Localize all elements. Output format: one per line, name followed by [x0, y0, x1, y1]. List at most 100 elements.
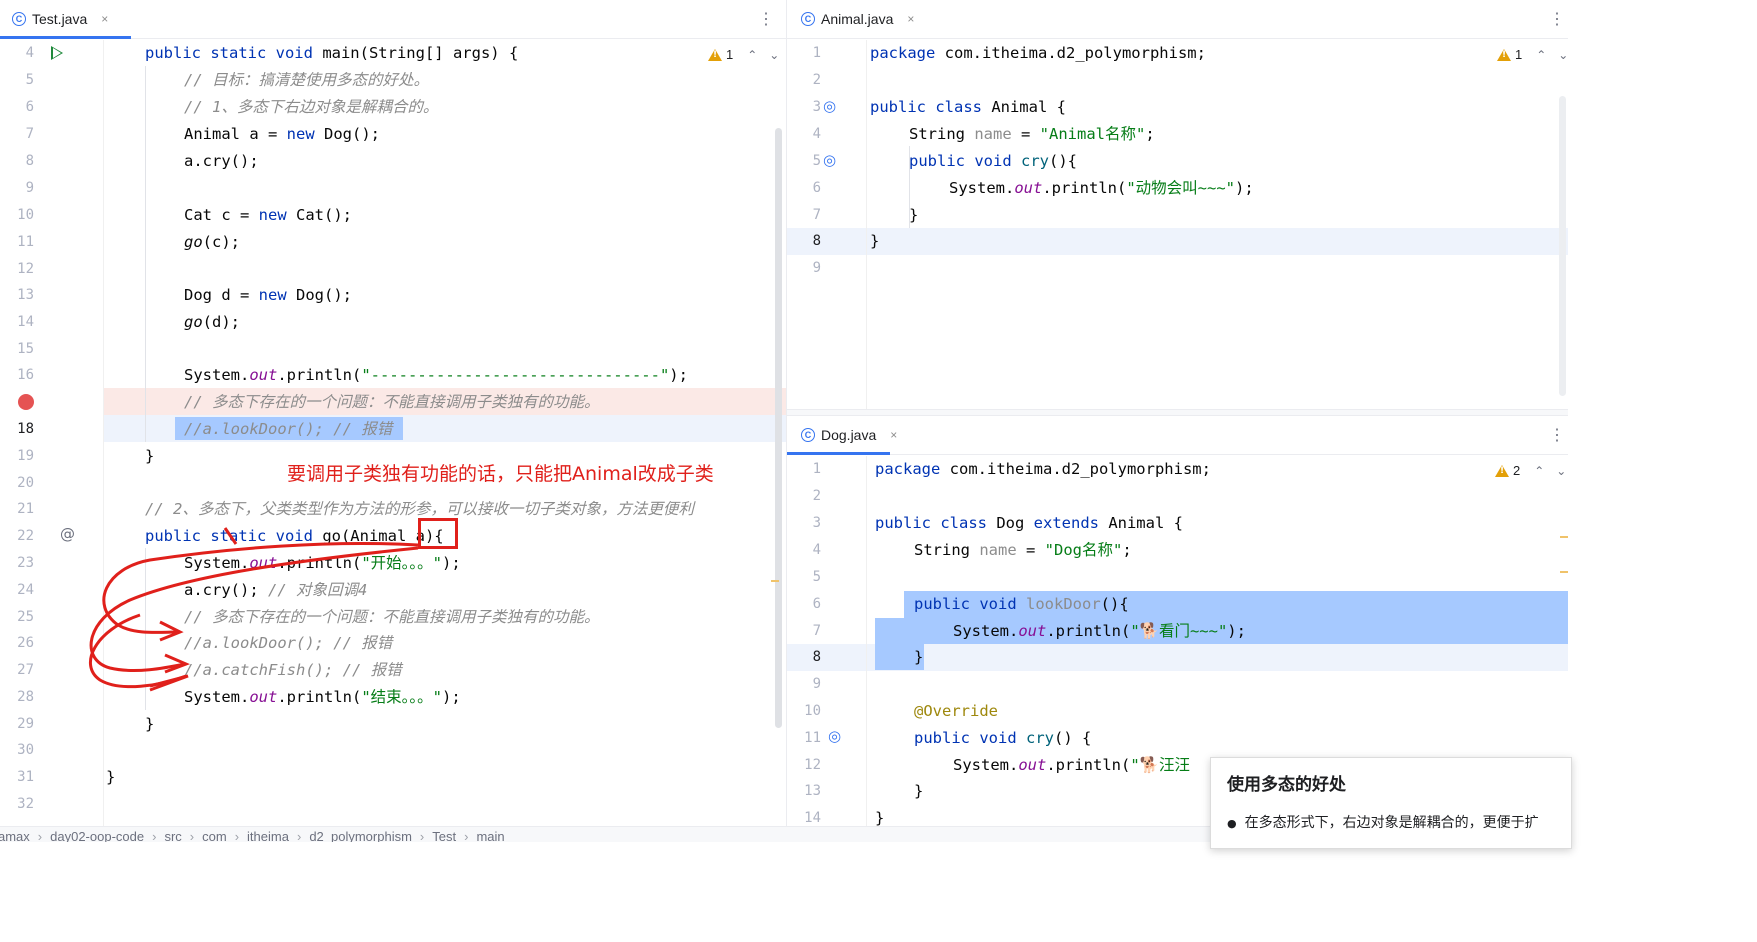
- overlay-title: 使用多态的好处: [1227, 775, 1346, 795]
- line-number: 8: [812, 649, 821, 665]
- tab-dog-java[interactable]: C Dog.java ×: [801, 416, 897, 454]
- code-line: 23 System.out.println("开始。。。");: [0, 550, 786, 577]
- line-number: 23: [17, 555, 34, 571]
- line-number: 5: [812, 569, 821, 585]
- line-number: 11: [804, 730, 821, 746]
- line-number: 20: [17, 475, 34, 491]
- overlay-bullet: 在多态形式下，右边对象是解耦合的，更便于扩: [1227, 812, 1539, 832]
- code-line: 21// 2、多态下，父类类型作为方法的形参，可以接收一切子类对象，方法更便利: [0, 496, 786, 523]
- more-options-icon[interactable]: ⋮: [758, 9, 774, 29]
- breadcrumb-item[interactable]: day02-oop-code: [50, 829, 144, 842]
- line-number: 4: [25, 45, 34, 61]
- breadcrumb-item[interactable]: src: [164, 829, 181, 842]
- line-number: 9: [812, 260, 821, 276]
- line-number: 12: [804, 757, 821, 773]
- line-number: 25: [17, 609, 34, 625]
- code-line: 7 Animal a = new Dog();: [0, 121, 786, 148]
- code-line: 6// 1、多态下右边对象是解耦合的。: [0, 94, 786, 121]
- line-number: 1: [812, 45, 821, 61]
- code-line: 10 Cat c = new Cat();: [0, 202, 786, 229]
- tab-bar: C Dog.java × ⋮: [787, 416, 1568, 455]
- breadcrumb-item[interactable]: amax: [0, 829, 30, 842]
- close-tab-icon[interactable]: ×: [890, 428, 897, 442]
- line-number: 13: [804, 783, 821, 799]
- line-number: 4: [812, 542, 821, 558]
- close-tab-icon[interactable]: ×: [101, 12, 108, 26]
- code-line: 4 public static void main(String[] args) …: [0, 40, 786, 67]
- close-tab-icon[interactable]: ×: [907, 12, 914, 26]
- line-number: 15: [17, 341, 34, 357]
- active-tab-indicator: [787, 452, 890, 455]
- line-number: 10: [804, 703, 821, 719]
- line-number: 29: [17, 716, 34, 732]
- class-icon: C: [801, 12, 815, 26]
- code-line: 15: [0, 336, 786, 363]
- class-icon: C: [12, 12, 26, 26]
- line-number: 8: [812, 233, 821, 249]
- handwritten-annotation: 要调用子类独有功能的话，只能把Animal改成子类: [287, 463, 714, 485]
- line-number: 30: [17, 742, 34, 758]
- line-number: 31: [17, 769, 34, 785]
- more-options-icon[interactable]: ⋮: [1549, 9, 1565, 29]
- line-number: 9: [812, 676, 821, 692]
- line-number: 10: [17, 207, 34, 223]
- code-line: 32: [0, 791, 786, 818]
- tab-label: Test.java: [32, 11, 88, 27]
- breadcrumb-item[interactable]: Test: [432, 829, 456, 842]
- line-number: 7: [812, 623, 821, 639]
- line-number: 1: [812, 461, 821, 477]
- code-line: 9: [0, 175, 786, 202]
- line-number: 16: [17, 367, 34, 383]
- line-number: 22: [17, 528, 34, 544]
- line-number: 32: [17, 796, 34, 812]
- split-divider-horizontal[interactable]: [787, 409, 1568, 416]
- line-number: 8: [25, 153, 34, 169]
- line-number: 3: [812, 515, 821, 531]
- line-number: 3: [812, 99, 821, 115]
- breadcrumb-item[interactable]: itheima: [247, 829, 289, 842]
- more-options-icon[interactable]: ⋮: [1549, 425, 1565, 445]
- line-number: 21: [17, 501, 34, 517]
- editor-pane-test: C Test.java × ⋮ @ 1 ⌃⌄ 4public static vo…: [0, 0, 786, 826]
- line-number: 9: [25, 180, 34, 196]
- line-number: 5: [812, 153, 821, 169]
- code-line: 29}: [0, 711, 786, 738]
- line-number: 4: [812, 126, 821, 142]
- code-line: 28 System.out.println("结束。。。");: [0, 684, 786, 711]
- tab-test-java[interactable]: C Test.java ×: [12, 0, 108, 38]
- code-line: // 多态下存在的一个问题：不能直接调用子类独有的功能。: [184, 393, 600, 411]
- line-number: 28: [17, 689, 34, 705]
- active-tab-indicator: [0, 36, 131, 39]
- code-line: 18//a.lookDoor(); // 报错: [0, 416, 786, 443]
- code-line: 25// 多态下存在的一个问题：不能直接调用子类独有的功能。: [0, 604, 786, 631]
- line-number: 14: [17, 314, 34, 330]
- breadcrumb: amax › day02-oop-code › src › com › itheima ›…: [0, 829, 505, 842]
- code-line: 24 a.cry(); // 对象回调4: [0, 577, 786, 604]
- code-line: 13 Dog d = new Dog();: [0, 282, 786, 309]
- tab-bar: C Test.java × ⋮: [0, 0, 786, 39]
- editor-pane-animal: C Animal.java × ⋮ 1 ⌃⌄ ◎ ◎ 1package com.…: [787, 0, 1568, 409]
- line-number: 19: [17, 448, 34, 464]
- line-number: 5: [25, 72, 34, 88]
- line-number: 26: [17, 635, 34, 651]
- code-line: 26//a.lookDoor(); // 报错: [0, 630, 786, 657]
- line-number: 12: [17, 261, 34, 277]
- breadcrumb-item[interactable]: main: [476, 829, 504, 842]
- line-number: 27: [17, 662, 34, 678]
- code-line: 12: [0, 256, 786, 283]
- line-number: 13: [17, 287, 34, 303]
- class-icon: C: [801, 428, 815, 442]
- line-number: 2: [812, 488, 821, 504]
- annotation-box: [418, 518, 458, 549]
- code-line: 5// 目标：搞清楚使用多态的好处。: [0, 67, 786, 94]
- breadcrumb-item[interactable]: d2_polymorphism: [309, 829, 412, 842]
- line-number: 6: [812, 596, 821, 612]
- line-number: 7: [812, 207, 821, 223]
- breadcrumb-item[interactable]: com: [202, 829, 227, 842]
- code-line: 11 go(c);: [0, 229, 786, 256]
- code-line: 30: [0, 737, 786, 764]
- line-number: 18: [17, 421, 34, 437]
- tab-animal-java[interactable]: C Animal.java ×: [801, 0, 914, 38]
- line-number: 11: [17, 234, 34, 250]
- line-number: 7: [25, 126, 34, 142]
